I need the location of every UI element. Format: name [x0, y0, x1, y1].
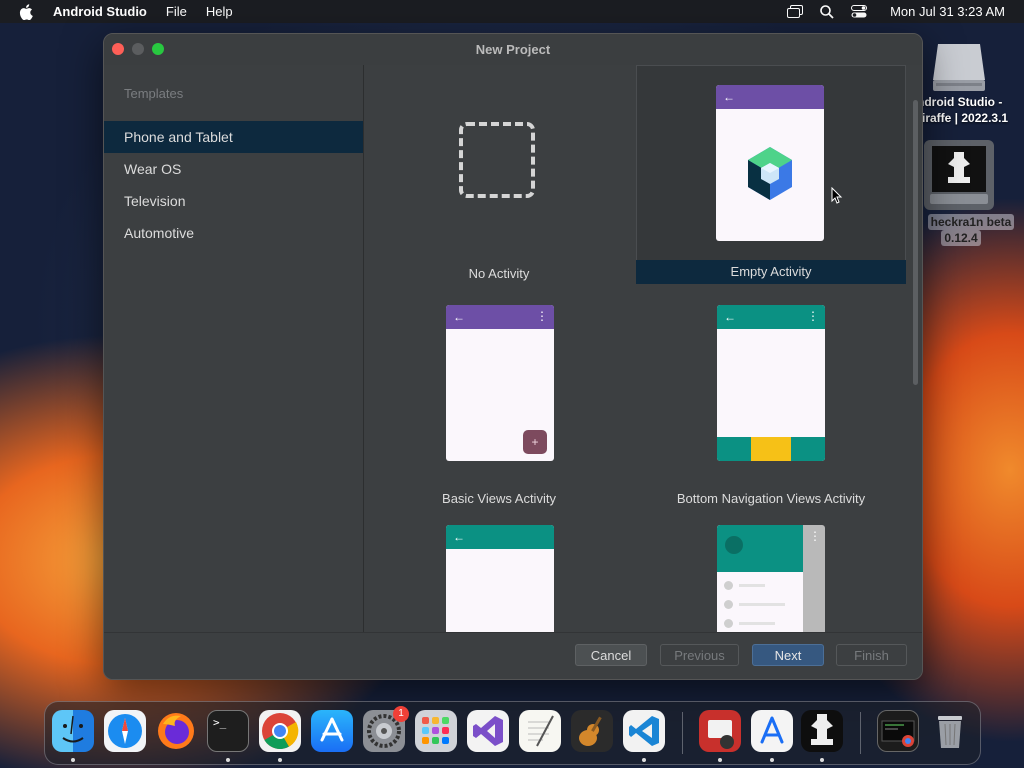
dock-separator — [682, 712, 683, 754]
desktop-disk-android-studio[interactable]: ndroid Studio - iraffe | 2022.3.1 — [917, 36, 1024, 126]
dock-separator — [860, 712, 861, 754]
dialog-footer: Cancel Previous Next Finish — [104, 632, 922, 679]
window-title: New Project — [475, 42, 551, 57]
garageband-icon[interactable] — [571, 710, 613, 752]
template-label: Basic Views Activity — [442, 491, 556, 506]
screen-recording-icon[interactable] — [877, 710, 919, 752]
template-partial-2[interactable]: ⋮ — [636, 510, 906, 632]
template-bottom-navigation-views-activity[interactable]: ← ⋮ Bottom Navigation Views Activity — [636, 290, 906, 506]
dock-running-indicator — [278, 758, 282, 762]
notification-badge: 1 — [393, 706, 409, 722]
disk-image-icon — [930, 36, 988, 94]
bottom-nav-selected-item — [751, 437, 791, 461]
dock-running-indicator — [226, 758, 230, 762]
launchpad-icon[interactable] — [415, 710, 457, 752]
back-arrow-icon: ← — [723, 90, 735, 104]
sidebar-item-wear-os[interactable]: Wear OS — [104, 153, 363, 185]
drawer-header — [717, 525, 803, 572]
template-basic-views-activity[interactable]: ← ⋮ + Basic Views Activity — [364, 290, 634, 506]
empty-dashed-frame-icon — [459, 122, 535, 198]
dock-running-indicator — [71, 758, 75, 762]
desktop-icon-label-line2: iraffe | 2022.3.1 — [922, 111, 1009, 125]
desktop-icon-label: heckra1n beta — [927, 214, 1015, 230]
new-project-window: New Project Templates Phone and Tablet W… — [103, 33, 923, 680]
template-label: Empty Activity — [636, 260, 906, 284]
menu-file[interactable]: File — [166, 4, 187, 19]
apple-menu-icon[interactable] — [19, 3, 35, 20]
dock-running-indicator — [718, 758, 722, 762]
template-no-activity[interactable]: No Activity — [364, 65, 634, 284]
chrome-icon[interactable] — [259, 710, 301, 752]
menu-bar: Android Studio File Help Mon Jul 31 3:23… — [0, 0, 1024, 23]
dock-running-indicator — [642, 758, 646, 762]
dock: >_ 1 — [44, 701, 981, 765]
previous-button[interactable]: Previous — [660, 644, 739, 666]
sidebar-item-television[interactable]: Television — [104, 185, 363, 217]
finder-icon[interactable] — [52, 710, 94, 752]
terminal-icon[interactable]: >_ — [207, 710, 249, 752]
menu-bar-clock[interactable]: Mon Jul 31 3:23 AM — [890, 4, 1005, 19]
textedit-icon[interactable] — [519, 710, 561, 752]
menu-help[interactable]: Help — [206, 4, 233, 19]
checkra1n-disk-icon — [924, 140, 994, 210]
cancel-button[interactable]: Cancel — [575, 644, 647, 666]
vscode-icon[interactable] — [623, 710, 665, 752]
overflow-menu-icon: ⋮ — [807, 309, 819, 323]
phone-preview: ← ⋮ — [717, 305, 825, 461]
window-title-bar[interactable]: New Project — [104, 34, 922, 65]
phone-preview: ← ⋮ + — [446, 305, 554, 461]
phone-preview: ← — [716, 85, 824, 241]
template-label: Bottom Navigation Views Activity — [676, 491, 866, 506]
back-arrow-icon: ← — [453, 530, 465, 544]
xcode-icon[interactable] — [751, 710, 793, 752]
sidebar-item-automotive[interactable]: Automotive — [104, 217, 363, 249]
window-switch-icon[interactable] — [786, 5, 804, 19]
template-empty-activity[interactable]: ← Empty Activity — [636, 65, 906, 284]
back-arrow-icon: ← — [453, 310, 465, 324]
overflow-menu-icon: ⋮ — [809, 529, 821, 543]
jetpack-compose-logo-icon — [744, 145, 796, 208]
app-bar: ← — [446, 525, 554, 549]
checkra1n-icon[interactable] — [801, 710, 843, 752]
sidebar-item-phone-and-tablet[interactable]: Phone and Tablet — [104, 121, 363, 153]
template-partial-1[interactable]: ← — [364, 510, 634, 632]
safari-icon[interactable] — [104, 710, 146, 752]
photo-booth-icon[interactable] — [699, 710, 741, 752]
mouse-cursor-icon — [831, 186, 843, 210]
bottom-navigation-bar — [717, 437, 825, 461]
back-arrow-icon: ← — [724, 310, 736, 324]
phone-preview: ⋮ — [717, 525, 825, 632]
gallery-scrollbar[interactable] — [913, 100, 918, 385]
phone-preview: ← — [446, 525, 554, 632]
templates-header: Templates — [124, 86, 184, 101]
fab-add-icon: + — [523, 430, 547, 454]
app-bar: ← ⋮ — [446, 305, 554, 329]
template-label: No Activity — [468, 266, 530, 281]
control-center-icon[interactable] — [850, 5, 868, 19]
trash-icon[interactable] — [929, 710, 971, 752]
app-bar: ← ⋮ — [717, 305, 825, 329]
app-menu-android-studio[interactable]: Android Studio — [53, 4, 147, 19]
navigation-drawer — [717, 525, 803, 632]
firefox-icon[interactable] — [155, 710, 197, 752]
app-bar: ← — [716, 85, 824, 109]
finish-button[interactable]: Finish — [836, 644, 907, 666]
template-gallery: No Activity ← Empty Activity ← ⋮ + Basic… — [364, 65, 922, 632]
dock-running-indicator — [820, 758, 824, 762]
templates-sidebar: Templates Phone and Tablet Wear OS Telev… — [104, 65, 364, 632]
app-store-icon[interactable] — [311, 710, 353, 752]
desktop-disk-checkra1n[interactable]: heckra1n beta 0.12.4 — [918, 140, 1024, 246]
next-button[interactable]: Next — [752, 644, 824, 666]
menu-bar-status-area: Mon Jul 31 3:23 AM — [786, 0, 1005, 23]
spotlight-search-icon[interactable] — [818, 4, 836, 19]
visual-studio-icon[interactable] — [467, 710, 509, 752]
avatar — [725, 536, 743, 554]
dock-running-indicator — [770, 758, 774, 762]
desktop-icon-label-line2: 0.12.4 — [941, 230, 981, 246]
overflow-menu-icon: ⋮ — [536, 309, 548, 323]
desktop-icon-label: ndroid Studio - — [917, 95, 1003, 109]
